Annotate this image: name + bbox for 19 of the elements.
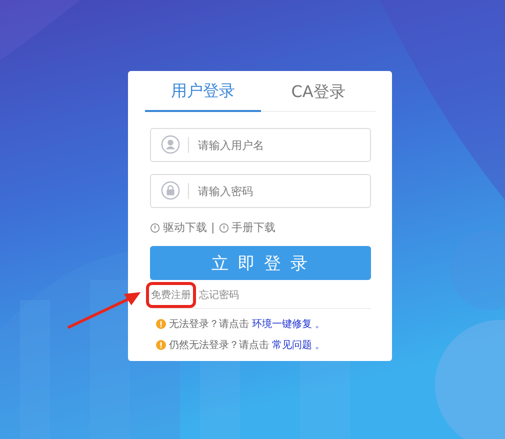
help-text: 仍然无法登录？请点击 <box>169 338 269 352</box>
info-icon <box>218 222 229 232</box>
login-tab[interactable]: CA登录 <box>260 77 376 111</box>
input-field[interactable]: 请输入用户名 <box>150 128 371 162</box>
help-text: 无法登录？请点击 <box>169 318 249 330</box>
punctuation-text: 。 <box>315 318 325 330</box>
help-link[interactable]: 环境一键修复 <box>252 316 312 330</box>
punctuation-text: 。 <box>315 338 325 352</box>
warning-icon <box>156 340 166 350</box>
download-link[interactable]: 手册下载 <box>218 220 276 235</box>
help-link[interactable]: 常见问题 <box>272 338 312 352</box>
info-icon <box>150 222 160 232</box>
download-link[interactable]: 驱动下载 <box>150 220 207 235</box>
login-tab[interactable]: 用户登录 <box>145 77 260 112</box>
separator-text: | <box>211 221 215 234</box>
warning-icon <box>156 318 166 328</box>
login-button[interactable]: 立 即 登 录 <box>150 246 371 280</box>
input-field[interactable]: 请输入密码 <box>150 174 371 208</box>
text-link[interactable]: 忘记密码 <box>198 286 240 304</box>
